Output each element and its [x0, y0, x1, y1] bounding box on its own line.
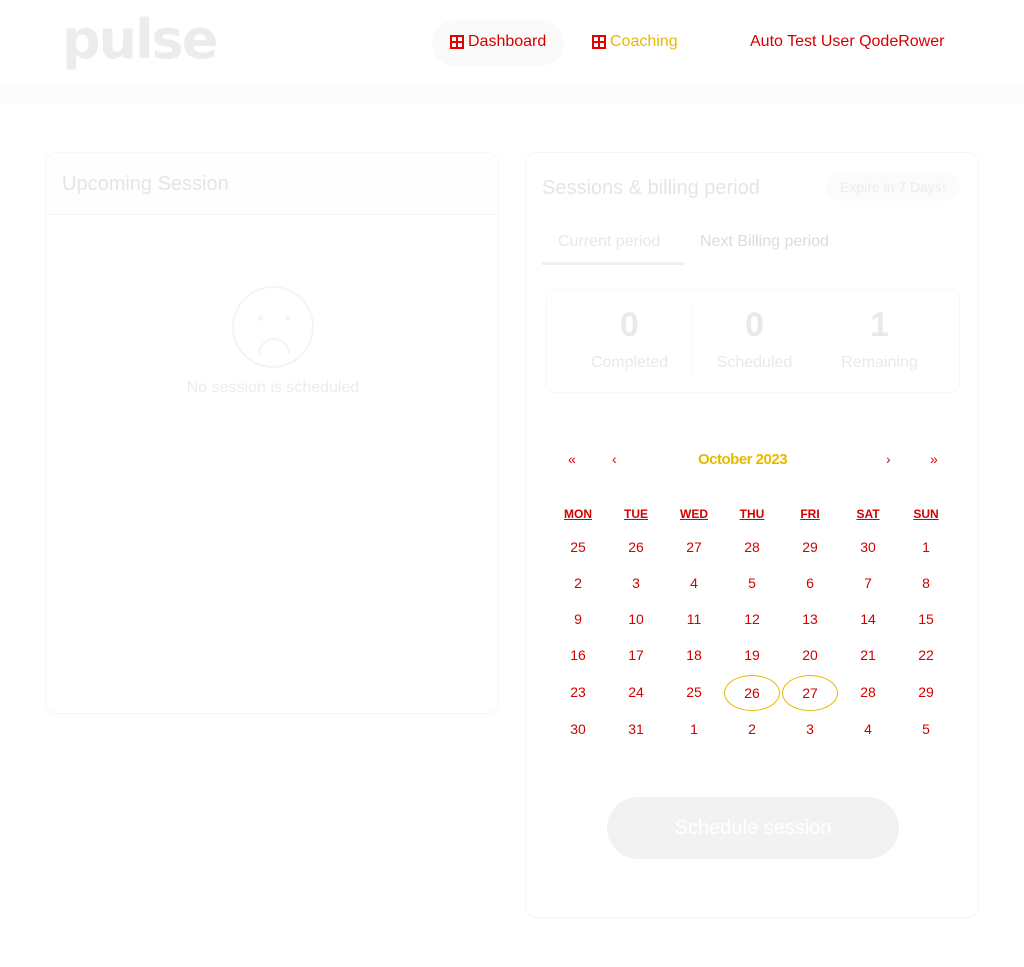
calendar-day[interactable]: 7	[846, 575, 890, 591]
nav-item-label: Auto Test User QodeRower	[750, 33, 945, 50]
nav-item-coaching[interactable]: Coaching	[592, 33, 678, 51]
weekday-label: SAT	[856, 507, 880, 521]
weekday-label: SUN	[913, 507, 939, 521]
empty-state-text: No session is scheduled	[186, 379, 360, 396]
calendar-day[interactable]: 15	[904, 611, 948, 627]
calendar-day[interactable]: 12	[730, 611, 774, 627]
weekday-label: TUE	[624, 507, 648, 521]
calendar-day[interactable]: 29	[788, 539, 832, 555]
stat-label: Completed	[590, 354, 669, 371]
calendar-day[interactable]: 1	[672, 721, 716, 737]
weekday-label: THU	[739, 507, 765, 521]
calendar-day[interactable]: 22	[904, 647, 948, 663]
calendar-day[interactable]: 30	[556, 721, 600, 737]
calendar-day[interactable]: 9	[556, 611, 600, 627]
calendar-day[interactable]: 26	[614, 539, 658, 555]
calendar-day[interactable]: 28	[730, 539, 774, 555]
stat-value: 1	[870, 306, 889, 344]
nav-item-label: Dashboard	[468, 33, 547, 50]
pulse-logo[interactable]: pulse	[62, 8, 218, 71]
calendar-day[interactable]: 21	[846, 647, 890, 663]
calendar-day[interactable]: 3	[614, 575, 658, 591]
calendar-day[interactable]: 23	[556, 684, 600, 700]
calendar-day[interactable]: 6	[788, 575, 832, 591]
calendar-day[interactable]: 3	[788, 721, 832, 737]
calendar-day[interactable]: 5	[904, 721, 948, 737]
calendar-day[interactable]: 24	[614, 684, 658, 700]
weekday-label: WED	[680, 507, 708, 521]
calendar-day[interactable]: 17	[614, 647, 658, 663]
calendar-day[interactable]: 14	[846, 611, 890, 627]
prev-year-button[interactable]: «	[568, 451, 576, 467]
nav-item-user[interactable]: Auto Test User QodeRower	[750, 33, 944, 51]
session-stats: 0 Completed 0 Scheduled 1 Remaining	[546, 289, 960, 393]
calendar-day[interactable]: 30	[846, 539, 890, 555]
top-header: pulse Dashboard Coaching Auto Test User …	[0, 0, 1024, 86]
calendar-day[interactable]: 16	[556, 647, 600, 663]
calendar-day[interactable]: 25	[556, 539, 600, 555]
stat-label: Remaining	[841, 354, 918, 371]
calendar-day[interactable]: 13	[788, 611, 832, 627]
calendar-day-highlighted[interactable]: 26	[724, 675, 780, 711]
next-year-button[interactable]: »	[930, 451, 938, 467]
calendar-day[interactable]: 27	[672, 539, 716, 555]
calendar-day[interactable]: 5	[730, 575, 774, 591]
stat-value: 0	[745, 306, 764, 344]
calendar-day[interactable]: 25	[672, 684, 716, 700]
billing-card: Sessions & billing period Expire in 7 Da…	[525, 152, 979, 918]
calendar-day[interactable]: 10	[614, 611, 658, 627]
calendar-month-label[interactable]: October 2023	[698, 451, 788, 468]
calendar-day[interactable]: 20	[788, 647, 832, 663]
header-divider	[0, 86, 1024, 104]
upcoming-session-card: Upcoming Session No session is scheduled	[45, 152, 499, 714]
calendar-day[interactable]: 19	[730, 647, 774, 663]
next-month-button[interactable]: ›	[886, 451, 891, 467]
calendar-day[interactable]: 31	[614, 721, 658, 737]
weekday-label: FRI	[800, 507, 820, 521]
tab-next-billing-period[interactable]: Next Billing period	[700, 233, 829, 251]
stat-label: Scheduled	[716, 354, 793, 371]
billing-title: Sessions & billing period	[542, 177, 760, 199]
expiry-badge: Expire in 7 Days!	[826, 173, 960, 201]
tab-current-period[interactable]: Current period	[558, 233, 660, 251]
calendar-day[interactable]: 2	[556, 575, 600, 591]
calendar-day[interactable]: 11	[672, 611, 716, 627]
stat-completed: 0 Completed	[567, 290, 692, 392]
active-tab-indicator	[542, 262, 684, 265]
nav-item-dashboard[interactable]: Dashboard	[450, 33, 546, 51]
coaching-icon	[592, 35, 606, 49]
calendar-day[interactable]: 18	[672, 647, 716, 663]
stat-remaining: 1 Remaining	[817, 290, 942, 392]
calendar-day[interactable]: 1	[904, 539, 948, 555]
prev-month-button[interactable]: ‹	[612, 451, 617, 467]
nav-item-label: Coaching	[610, 33, 678, 50]
grid-icon	[450, 35, 464, 49]
calendar-day-highlighted[interactable]: 27	[782, 675, 838, 711]
calendar-day[interactable]: 2	[730, 721, 774, 737]
calendar-day[interactable]: 28	[846, 684, 890, 700]
billing-tabs: Current period Next Billing period	[542, 227, 962, 265]
upcoming-session-title: Upcoming Session	[62, 173, 229, 195]
stat-value: 0	[620, 306, 639, 344]
sad-face-icon	[232, 286, 314, 368]
calendar-day[interactable]: 29	[904, 684, 948, 700]
calendar-day[interactable]: 8	[904, 575, 948, 591]
card-header: Upcoming Session	[46, 153, 498, 215]
weekday-label: MON	[564, 507, 592, 521]
calendar-day[interactable]: 4	[672, 575, 716, 591]
calendar-day[interactable]: 4	[846, 721, 890, 737]
stat-scheduled: 0 Scheduled	[692, 290, 817, 392]
schedule-session-button[interactable]: Schedule session	[607, 797, 899, 859]
